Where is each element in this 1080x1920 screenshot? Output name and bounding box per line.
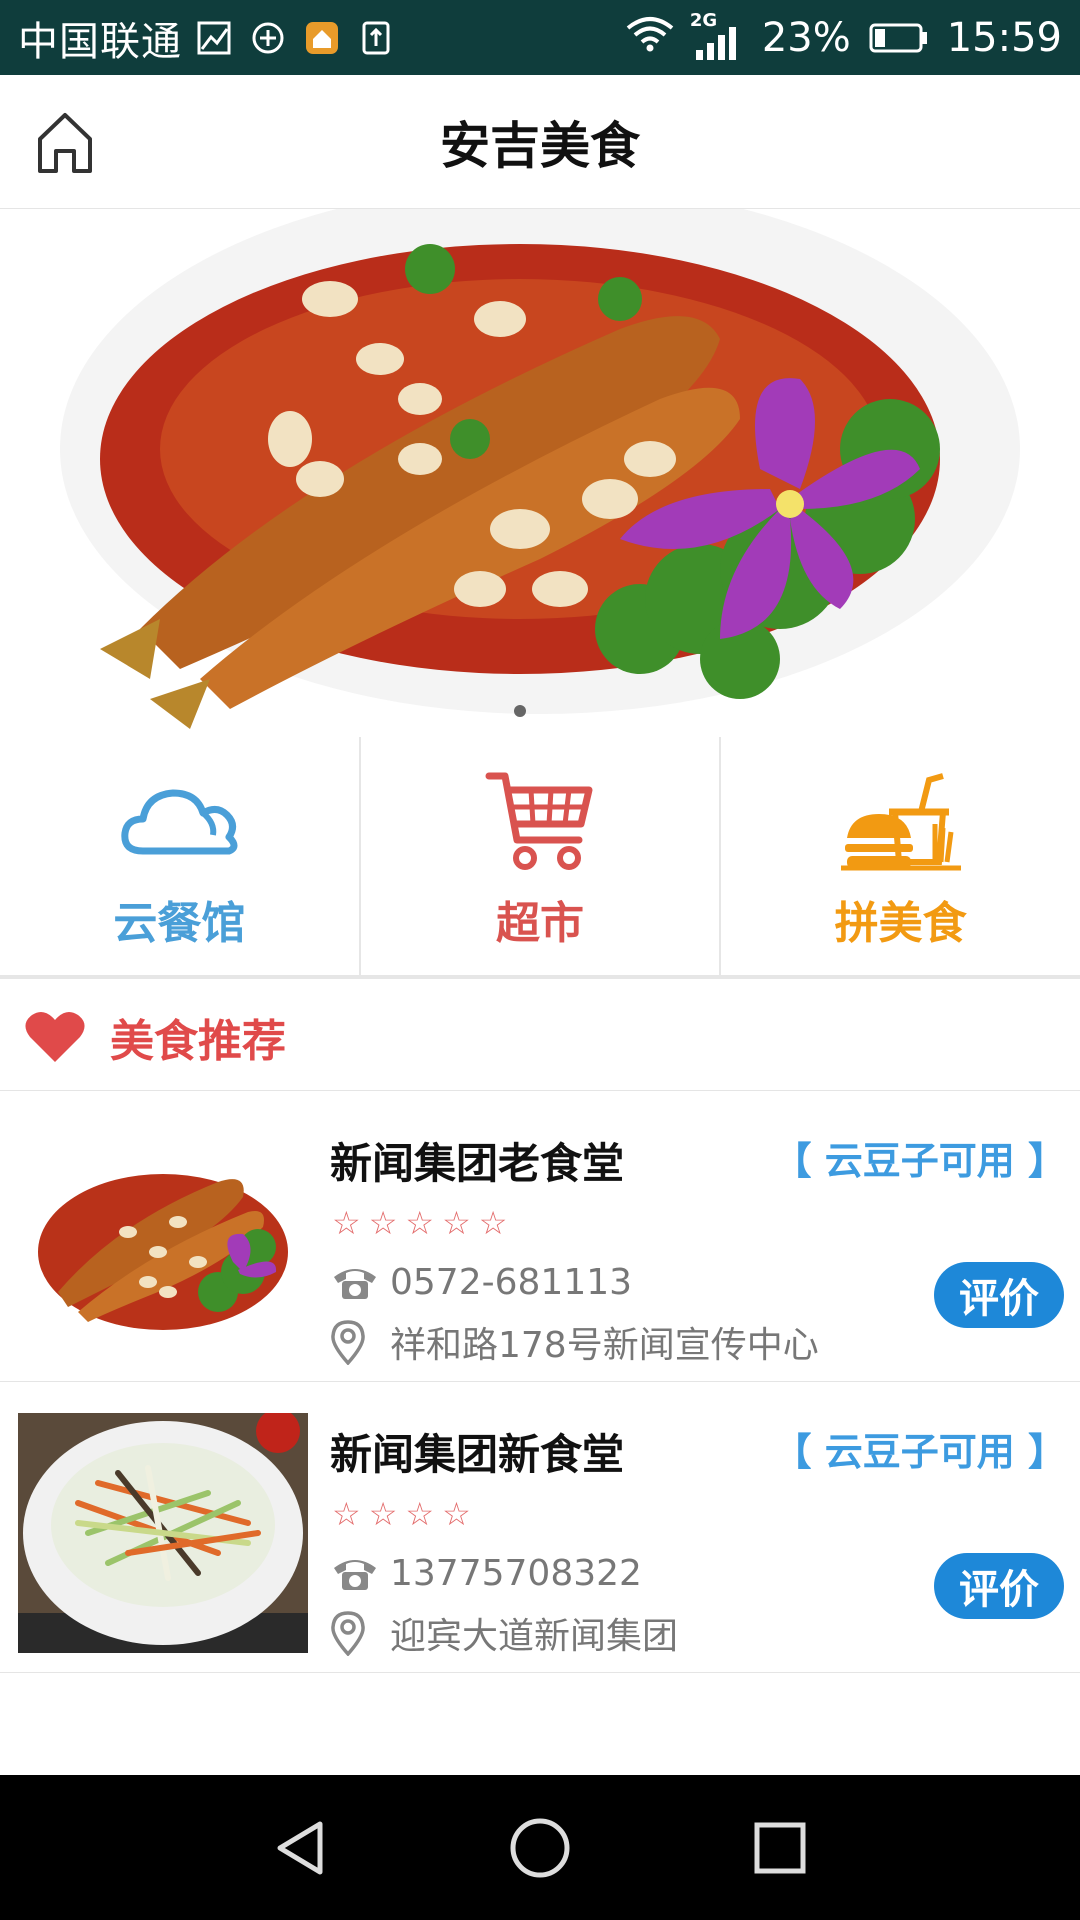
heart-icon	[25, 1011, 85, 1062]
banner-dish-image	[60, 209, 1020, 729]
location-pin-icon	[330, 1611, 382, 1656]
phone-number[interactable]: 13775708322	[390, 1553, 642, 1594]
banner-carousel[interactable]	[0, 209, 1080, 737]
rating-stars: ☆☆☆☆☆	[332, 1204, 516, 1242]
fastfood-icon	[831, 767, 971, 877]
recents-square-icon	[754, 1822, 806, 1873]
recommend-section-header: 美食推荐	[0, 983, 1080, 1091]
cloud-bean-tag: 【 云豆子可用 】	[773, 1430, 1066, 1474]
cloud-bean-tag: 【 云豆子可用 】	[773, 1139, 1066, 1183]
rate-button[interactable]: 评价	[934, 1262, 1064, 1328]
carrier-label: 中国联通	[18, 18, 182, 65]
system-nav-bar	[0, 1775, 1080, 1920]
app-notification-icon	[250, 20, 286, 56]
carousel-indicator-dot[interactable]	[514, 705, 526, 717]
recents-button[interactable]	[740, 1808, 820, 1888]
restaurant-name: 新闻集团新食堂	[330, 1430, 625, 1479]
category-grid: 云餐馆 超市 拼美食	[0, 737, 1080, 979]
home-button[interactable]	[30, 107, 100, 177]
address-text: 祥和路178号新闻宣传中心	[390, 1325, 819, 1366]
phone-icon	[330, 1551, 382, 1595]
phone-number[interactable]: 0572-681113	[390, 1262, 632, 1303]
gallery-icon	[196, 20, 232, 56]
network-type-label: 2G	[689, 9, 718, 31]
signal-icon: 2G	[690, 10, 744, 60]
phone-icon	[330, 1260, 382, 1304]
restaurant-name: 新闻集团老食堂	[330, 1139, 625, 1188]
battery-icon	[869, 23, 929, 53]
cart-icon	[470, 767, 610, 877]
address-text: 迎宾大道新闻集团	[390, 1616, 679, 1657]
phone-row: 13775708322	[330, 1551, 642, 1595]
battery-percent: 23%	[761, 14, 851, 61]
status-bar: 中国联通 2G 23% 15:59	[0, 0, 1080, 75]
restaurant-thumbnail	[18, 1122, 308, 1362]
category-label: 拼美食	[834, 898, 967, 949]
restaurant-thumbnail	[18, 1413, 308, 1653]
rate-button[interactable]: 评价	[934, 1553, 1064, 1619]
address-row: 祥和路178号新闻宣传中心	[330, 1316, 819, 1368]
app-header: 安吉美食	[0, 75, 1080, 209]
back-triangle-icon	[277, 1821, 323, 1874]
home-circle-icon	[510, 1818, 570, 1877]
category-label: 超市	[496, 898, 584, 949]
location-pin-icon	[330, 1320, 382, 1365]
section-title: 美食推荐	[110, 1015, 286, 1067]
page-title: 安吉美食	[440, 116, 640, 175]
wifi-icon	[624, 14, 676, 62]
home-nav-button[interactable]	[500, 1808, 580, 1888]
category-group-food[interactable]: 拼美食	[721, 737, 1080, 975]
category-cloud-restaurant[interactable]: 云餐馆	[0, 737, 361, 975]
app-screen: 中国联通 2G 23% 15:59 安吉美食 云餐馆 超市 拼美食 美食推荐 新…	[0, 0, 1080, 1920]
home-app-icon	[304, 20, 340, 56]
restaurant-item[interactable]: 新闻集团老食堂 【 云豆子可用 】 ☆☆☆☆☆ 0572-681113 祥和路1…	[0, 1092, 1080, 1382]
back-button[interactable]	[260, 1808, 340, 1888]
category-label: 云餐馆	[113, 898, 246, 949]
rating-stars: ☆☆☆☆	[332, 1495, 479, 1533]
home-icon	[38, 113, 92, 173]
category-supermarket[interactable]: 超市	[361, 737, 722, 975]
cloud-icon	[109, 767, 249, 877]
upload-icon	[358, 20, 394, 56]
restaurant-item[interactable]: 新闻集团新食堂 【 云豆子可用 】 ☆☆☆☆ 13775708322 迎宾大道新…	[0, 1383, 1080, 1673]
clock: 15:59	[946, 14, 1062, 61]
address-row: 迎宾大道新闻集团	[330, 1607, 678, 1659]
phone-row: 0572-681113	[330, 1260, 632, 1304]
